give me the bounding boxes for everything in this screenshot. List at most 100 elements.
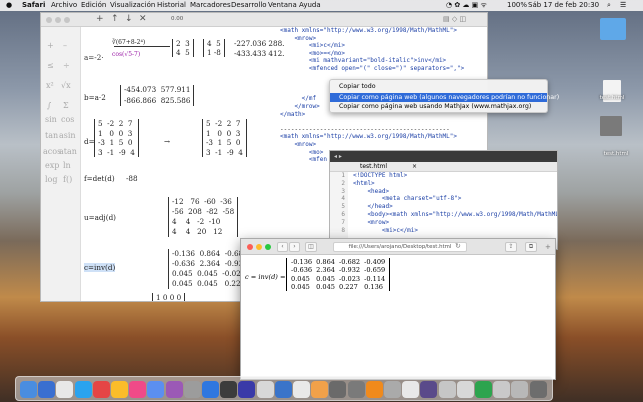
tabs-icon[interactable]: ⧉ [525, 242, 537, 252]
eq-b-lhs: b=a·2 [84, 93, 106, 102]
address-bar[interactable]: file:///Users/arojano/Desktop/test.html [333, 242, 467, 252]
palette-item[interactable]: ≤ [47, 61, 54, 70]
dock-app-icon[interactable] [347, 381, 365, 398]
back-icon[interactable]: ‹ [277, 242, 288, 252]
menu-visualizacion[interactable]: Visualización [110, 0, 155, 11]
dock-app-icon[interactable] [311, 381, 329, 398]
close-window-icon[interactable] [46, 17, 52, 23]
palette-item[interactable]: ÷ [63, 61, 70, 70]
status-icons[interactable]: ◔ ✿ ☁ ▣ ᯤ [446, 0, 487, 11]
palette-item[interactable]: atan [59, 147, 77, 156]
dock-app-icon[interactable] [56, 381, 74, 398]
spotlight-icon[interactable]: ⌕ [607, 0, 611, 11]
folder-icon[interactable] [600, 18, 626, 40]
battery-text[interactable]: 100% [507, 0, 527, 11]
palette-item[interactable]: x² [46, 81, 54, 90]
line-number: 1 [341, 172, 345, 179]
menu-ventana[interactable]: Ventana [268, 0, 297, 11]
code-view-icon[interactable]: ▤ ◇ ◫ [443, 15, 466, 23]
palette-item[interactable]: Σ [63, 101, 69, 110]
dock-app-icon[interactable] [220, 381, 238, 398]
screenshot-icon[interactable] [600, 116, 622, 136]
dock-app-icon[interactable] [293, 381, 310, 398]
forward-icon[interactable]: › [289, 242, 300, 252]
palette-item[interactable]: – [63, 41, 67, 50]
dock-app-icon[interactable] [183, 381, 201, 398]
dock-app-icon[interactable] [202, 381, 219, 398]
palette-item[interactable]: f() [63, 175, 72, 184]
matrix-cell: -0.659 [364, 266, 386, 275]
editor-line: <head> [353, 187, 390, 195]
menu-archivo[interactable]: Archivo [51, 0, 77, 11]
palette-item[interactable]: cos [61, 115, 74, 124]
palette-item[interactable]: sin [45, 115, 57, 124]
dock-app-icon[interactable] [329, 381, 347, 398]
rendered-page: c = inv(d) = -0.136 0.864 -0.682 -0.409 -0.6… [241, 255, 555, 379]
matrix-cell: 2.364 [316, 266, 335, 275]
menu-edicion[interactable]: Edición [81, 0, 106, 11]
dock-app-icon[interactable] [256, 381, 274, 398]
zoom-window-icon[interactable] [265, 244, 271, 250]
line-number: 2 [341, 179, 345, 187]
dock-app-icon[interactable] [511, 381, 529, 398]
zoom-window-icon[interactable] [64, 17, 70, 23]
editor-tab-title[interactable]: test.html [360, 162, 387, 172]
menu-copy-mathjax[interactable]: Copiar como página web usando MathJax (w… [330, 102, 547, 111]
close-window-icon[interactable] [247, 244, 253, 250]
dock-app-icon[interactable] [111, 381, 128, 398]
add-tab-icon[interactable]: + [545, 243, 551, 251]
palette-item[interactable]: + [47, 41, 54, 50]
dock-app-icon[interactable] [38, 381, 56, 398]
reload-icon[interactable]: ↻ [455, 242, 461, 250]
clock-text[interactable]: Sáb 17 de feb 20:30 [528, 0, 599, 11]
minimize-window-icon[interactable] [256, 244, 262, 250]
dock-app-icon[interactable] [438, 381, 456, 398]
dock-app-icon[interactable] [147, 381, 165, 398]
dock-app-icon[interactable] [456, 381, 474, 398]
move-up-icon[interactable]: ↑ [111, 14, 119, 24]
palette-item[interactable]: ∫ [47, 101, 51, 110]
menu-copy-webpage[interactable]: Copiar como página web (algunos navegado… [330, 93, 559, 102]
dock-app-icon[interactable] [20, 381, 37, 398]
dock-app-icon[interactable] [74, 381, 92, 398]
dock-app-icon[interactable] [274, 381, 292, 398]
delete-icon[interactable]: ✕ [139, 14, 147, 24]
move-down-icon[interactable]: ↓ [125, 14, 133, 24]
editor-nav-arrows-icon[interactable]: ◂ ▸ [334, 153, 342, 160]
menu-copy-all[interactable]: Copiar todo [330, 82, 547, 91]
desktop-file-label[interactable]: test.html [592, 95, 632, 101]
dock-app-icon[interactable] [365, 381, 383, 398]
eq-c-lhs[interactable]: c=inv(d) [84, 263, 116, 272]
dock-app-icon[interactable] [92, 381, 110, 398]
share-icon[interactable]: ⇪ [505, 242, 517, 252]
dock-app-icon[interactable] [165, 381, 183, 398]
rendered-matrix-rows: -0.136 0.864 -0.682 -0.409 -0.636 2.364 -0.932… [289, 258, 387, 291]
dock-app-icon[interactable] [402, 381, 420, 398]
dock-app-icon[interactable] [529, 381, 547, 398]
menu-historial[interactable]: Historial [157, 0, 186, 11]
palette-item[interactable]: tan [45, 131, 58, 140]
dock-app-icon[interactable] [420, 381, 438, 398]
close-tab-icon[interactable]: × [412, 162, 417, 172]
menu-app-name[interactable]: Safari [22, 0, 45, 11]
dock-app-icon[interactable] [475, 381, 492, 398]
dock-app-icon[interactable] [493, 381, 511, 398]
dock-app-icon[interactable] [238, 381, 256, 398]
add-icon[interactable]: + [96, 14, 104, 24]
sidebar-icon[interactable]: ◫ [305, 242, 317, 252]
menu-desarrollo[interactable]: Desarrollo [231, 0, 267, 11]
desktop-file-label-2[interactable]: test.html [596, 151, 636, 157]
menu-marcadores[interactable]: Marcadores [190, 0, 231, 11]
palette-item[interactable]: √x [61, 81, 71, 90]
palette-item[interactable]: asin [59, 131, 76, 140]
dock-app-icon[interactable] [384, 381, 401, 398]
dock-app-icon[interactable] [129, 381, 147, 398]
palette-item[interactable]: exp [45, 161, 59, 170]
palette-item[interactable]: log [45, 175, 58, 184]
menu-ayuda[interactable]: Ayuda [299, 0, 321, 11]
notification-center-icon[interactable]: ☰ [620, 0, 626, 11]
apple-menu-icon[interactable]: ● [6, 0, 12, 11]
minimize-window-icon[interactable] [55, 17, 61, 23]
text-editor-window: ◂ ▸ test.html × 12345678 <!DOCTYPE html>… [329, 150, 558, 250]
palette-item[interactable]: ln [63, 161, 71, 170]
